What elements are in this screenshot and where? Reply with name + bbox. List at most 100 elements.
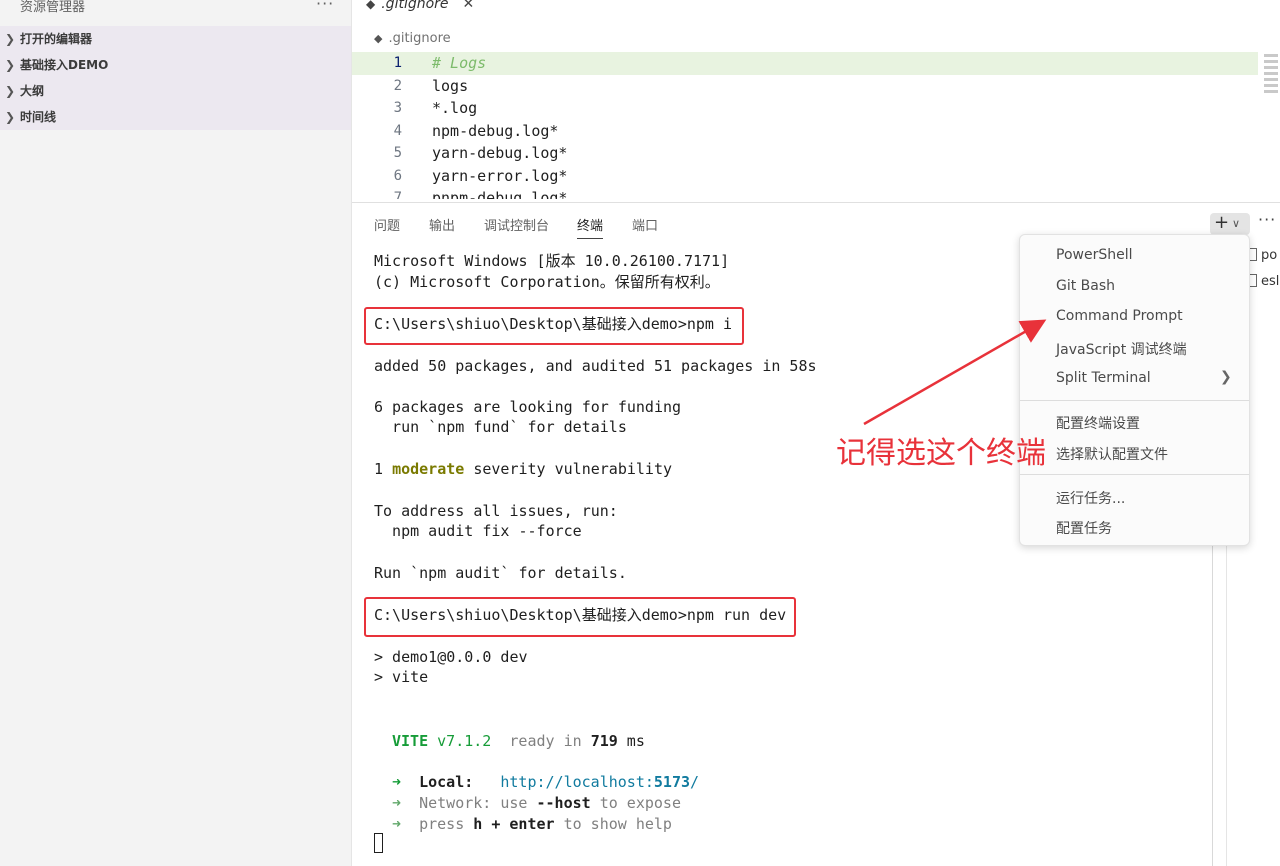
line-number: 6	[393, 167, 402, 184]
plus-icon: +	[1214, 212, 1230, 233]
menu-item-command-prompt[interactable]: Command Prompt	[1056, 308, 1183, 324]
line-number: 2	[393, 77, 402, 94]
text: h	[473, 815, 483, 833]
line-number: 7	[393, 190, 402, 199]
text: Network:	[401, 794, 492, 812]
arrow-icon: ➜	[392, 794, 402, 812]
terminal-list-item[interactable]: po	[1247, 248, 1277, 263]
tab-ports[interactable]: 端口	[632, 215, 658, 234]
terminal-line: Run `npm audit` for details.	[374, 564, 627, 582]
text: 5173	[653, 773, 691, 791]
tab-problems[interactable]: 问题	[374, 215, 400, 234]
section-timeline[interactable]: ❯ 时间线	[0, 104, 351, 130]
menu-item-configure-tasks[interactable]: 配置任务	[1056, 518, 1112, 538]
terminal-line: npm audit fix --force	[374, 522, 582, 540]
terminal-command: C:\Users\shiuo\Desktop\基础接入demo>npm run …	[374, 606, 787, 624]
menu-item-configure-terminal[interactable]: 配置终端设置	[1056, 413, 1140, 433]
vite-name: VITE	[392, 732, 429, 750]
new-terminal-button[interactable]: + ∨	[1210, 213, 1250, 235]
editor-tab-gitignore[interactable]: ◆ .gitignore ✕	[366, 0, 474, 18]
git-file-icon: ◆	[366, 0, 376, 11]
text: ready in	[491, 732, 591, 750]
line-number: 4	[393, 122, 402, 139]
minimap[interactable]	[1264, 54, 1278, 98]
section-label: 打开的编辑器	[20, 32, 93, 46]
terminal-line: > vite	[374, 668, 429, 686]
more-actions-icon[interactable]: ···	[1258, 210, 1276, 229]
terminal-line: run `npm fund` for details	[374, 418, 627, 436]
explorer-more-icon[interactable]: ···	[316, 0, 334, 13]
menu-item-select-default-profile[interactable]: 选择默认配置文件	[1056, 444, 1168, 464]
terminal-line: (c) Microsoft Corporation。保留所有权利。	[374, 273, 720, 291]
severity-word: moderate	[392, 460, 465, 478]
line-text: npm-debug.log*	[432, 121, 559, 140]
section-outline[interactable]: ❯ 大纲	[0, 78, 351, 104]
line-text: yarn-error.log*	[432, 166, 568, 185]
line-text: yarn-debug.log*	[432, 144, 568, 162]
menu-item-split-terminal[interactable]: Split Terminal	[1056, 370, 1151, 386]
line-text: # Logs	[432, 54, 487, 72]
code-line[interactable]: 5 yarn-debug.log*	[352, 142, 1258, 165]
close-icon[interactable]: ✕	[463, 0, 475, 12]
line-text: pnpm-debug.log*	[432, 189, 568, 199]
help-line: ➜ press h + enter to show help	[392, 814, 672, 834]
terminal-name: esl	[1261, 274, 1280, 289]
text: severity vulnerability	[464, 460, 673, 478]
menu-item-powershell[interactable]: PowerShell	[1056, 247, 1132, 263]
menu-item-git-bash[interactable]: Git Bash	[1056, 278, 1115, 294]
section-open-editors[interactable]: ❯ 打开的编辑器	[0, 26, 351, 52]
terminal-name: po	[1261, 248, 1278, 263]
tab-label: .gitignore	[381, 0, 449, 12]
section-label: 时间线	[20, 110, 57, 124]
menu-item-js-debug-terminal[interactable]: JavaScript 调试终端	[1056, 339, 1187, 359]
explorer-title: 资源管理器	[20, 0, 86, 15]
terminal-cursor	[374, 833, 383, 853]
code-line[interactable]: 6 yarn-error.log*	[352, 165, 1258, 188]
terminal-line: 6 packages are looking for funding	[374, 398, 682, 416]
line-number: 3	[393, 100, 402, 116]
tab-output[interactable]: 输出	[429, 215, 455, 234]
section-label: 基础接入DEMO	[20, 58, 109, 72]
terminal-line: To address all issues, run:	[374, 502, 618, 520]
code-line[interactable]: 1 # Logs	[352, 52, 1258, 75]
text: to show help	[554, 815, 672, 833]
code-line[interactable]: 3 *.log	[352, 97, 1258, 120]
chevron-down-icon[interactable]: ∨	[1232, 214, 1240, 234]
code-line[interactable]: 7 pnpm-debug.log*	[352, 187, 1258, 199]
menu-separator	[1020, 474, 1249, 475]
terminal-line: 1 moderate severity vulnerability	[374, 459, 672, 479]
line-text: *.log	[432, 99, 478, 117]
text: Local:	[401, 773, 474, 791]
code-view[interactable]: 1 # Logs 2 logs 3 *.log 4 npm-debug.log* 5 ya…	[352, 52, 1258, 199]
menu-item-run-task[interactable]: 运行任务...	[1056, 488, 1125, 508]
local-url[interactable]: http://localhost:5173/	[473, 773, 699, 791]
chevron-right-icon: ❯	[5, 32, 16, 46]
text: enter	[509, 815, 555, 833]
terminal-line: > demo1@0.0.0 dev	[374, 648, 528, 666]
line-text: logs	[432, 76, 469, 95]
breadcrumb[interactable]: ◆ .gitignore	[374, 31, 451, 46]
section-project[interactable]: ❯ 基础接入DEMO	[0, 52, 351, 78]
vite-banner: VITE v7.1.2 ready in 719 ms	[392, 731, 645, 751]
line-number: 1	[393, 55, 402, 71]
new-terminal-dropdown: PowerShell Git Bash Command Prompt JavaS…	[1019, 234, 1250, 546]
terminal-scrollbar[interactable]	[1212, 540, 1213, 866]
chevron-right-icon: ❯	[1220, 369, 1232, 385]
terminal-list-item[interactable]: esl	[1247, 274, 1279, 289]
tab-debug-console[interactable]: 调试控制台	[484, 215, 549, 234]
code-line[interactable]: 4 npm-debug.log*	[352, 120, 1258, 143]
text: use	[491, 794, 537, 812]
annotation-text: 记得选这个终端	[836, 436, 1046, 471]
chevron-right-icon: ❯	[5, 84, 16, 98]
code-line[interactable]: 2 logs	[352, 75, 1258, 98]
chevron-right-icon: ❯	[5, 110, 16, 124]
terminal-line: added 50 packages, and audited 51 packag…	[374, 357, 817, 375]
vite-ms: 719	[590, 732, 618, 750]
chevron-right-icon: ❯	[5, 58, 16, 72]
explorer-sidebar: 资源管理器 ··· ❯ 打开的编辑器 ❯ 基础接入DEMO ❯ 大纲 ❯ 时间线	[0, 0, 352, 866]
text: +	[482, 815, 510, 833]
tab-terminal[interactable]: 终端	[577, 215, 604, 239]
arrow-icon: ➜	[392, 773, 402, 791]
editor-area: ◆ .gitignore ✕ ◆ .gitignore 1 # Logs 2 logs 3…	[352, 0, 1280, 202]
text: /	[690, 773, 700, 791]
